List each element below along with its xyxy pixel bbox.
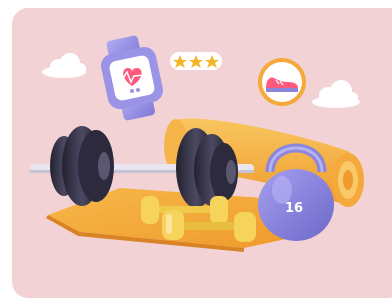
smartwatch <box>101 35 163 121</box>
barbell-left-plates <box>50 126 114 206</box>
cloud-left <box>42 53 86 78</box>
cloud-right <box>312 80 360 108</box>
kettlebell-weight-label: 16 <box>285 201 303 216</box>
sneaker-badge <box>258 58 306 106</box>
fitness-illustration: 16 <box>30 35 364 252</box>
rating-badge <box>170 52 222 70</box>
